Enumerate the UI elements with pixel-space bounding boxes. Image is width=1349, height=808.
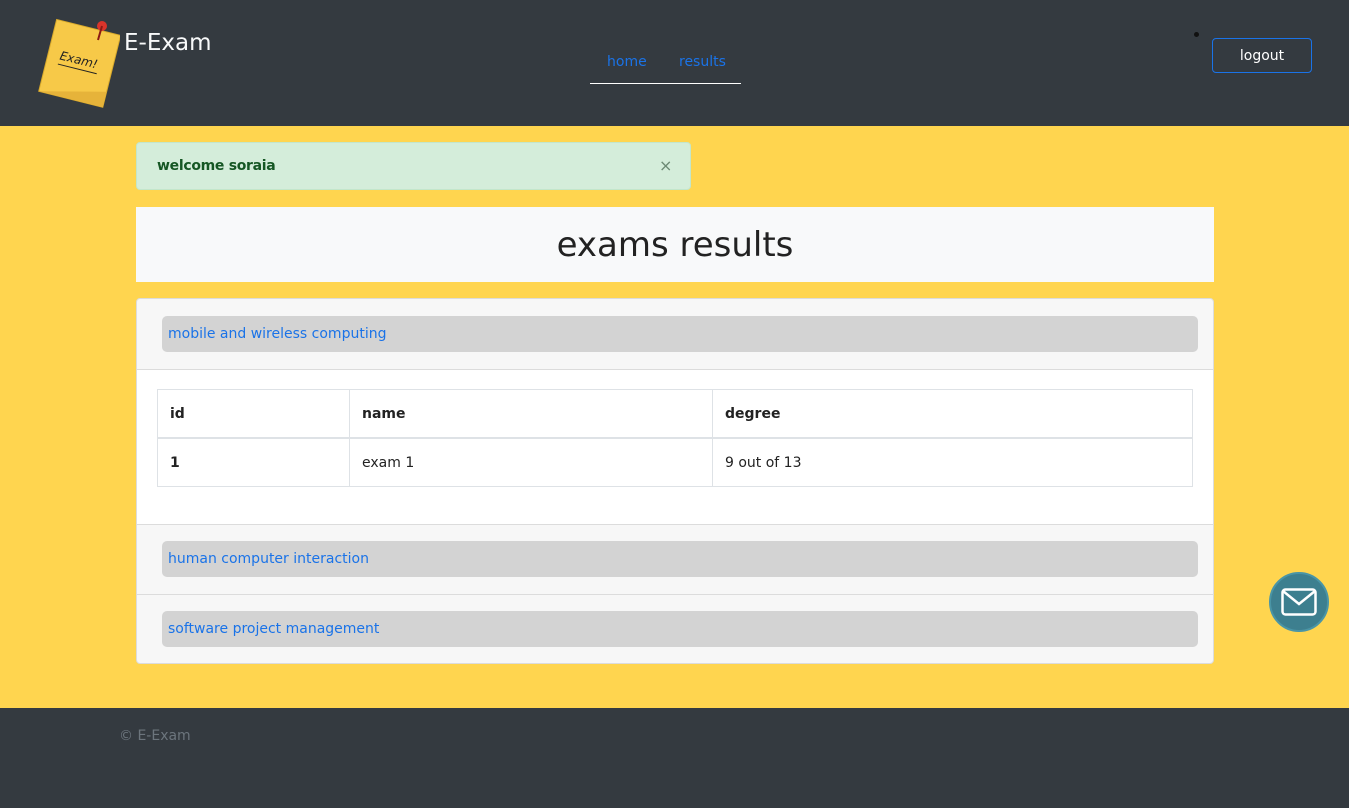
brand-title[interactable]: E-Exam	[124, 30, 211, 56]
course-panel-body: id name degree 1 exam 1 9 out of 13	[137, 370, 1213, 524]
course-header-spm[interactable]: software project management	[162, 611, 1198, 647]
divider	[137, 524, 1213, 525]
alert-message: welcome soraia	[157, 158, 276, 174]
nav-home-link[interactable]: home	[607, 54, 647, 70]
course-link[interactable]: software project management	[168, 621, 379, 637]
course-link[interactable]: mobile and wireless computing	[168, 326, 386, 342]
results-table: id name degree 1 exam 1 9 out of 13	[157, 389, 1193, 487]
envelope-icon	[1281, 588, 1317, 616]
welcome-alert: welcome soraia ×	[136, 142, 691, 190]
course-header-mobile[interactable]: mobile and wireless computing	[162, 316, 1198, 352]
exam-logo-icon[interactable]: Exam!	[36, 14, 122, 112]
nav-results-link[interactable]: results	[679, 54, 726, 70]
cell-id: 1	[170, 455, 180, 471]
page-title-box: exams results	[136, 207, 1214, 282]
courses-accordion: mobile and wireless computing id name de…	[136, 298, 1214, 664]
contact-mail-button[interactable]	[1269, 572, 1329, 632]
site-header: Exam! E-Exam home results logout	[0, 0, 1349, 126]
column-header-id: id	[170, 406, 185, 422]
page-title: exams results	[556, 225, 794, 265]
header-divider	[158, 437, 1192, 439]
bullet-dot	[1194, 32, 1199, 37]
logout-button[interactable]: logout	[1212, 38, 1312, 73]
copyright-text: © E-Exam	[119, 728, 191, 744]
main-content: welcome soraia × exams results mobile an…	[0, 126, 1349, 708]
column-header-degree: degree	[725, 406, 781, 422]
course-link[interactable]: human computer interaction	[168, 551, 369, 567]
site-footer: © E-Exam	[0, 708, 1349, 808]
column-header-name: name	[362, 406, 406, 422]
cell-name: exam 1	[362, 455, 415, 471]
divider	[137, 594, 1213, 595]
main-nav: home results	[590, 44, 741, 84]
course-header-hci[interactable]: human computer interaction	[162, 541, 1198, 577]
close-icon[interactable]: ×	[659, 156, 672, 175]
cell-degree: 9 out of 13	[725, 455, 802, 471]
